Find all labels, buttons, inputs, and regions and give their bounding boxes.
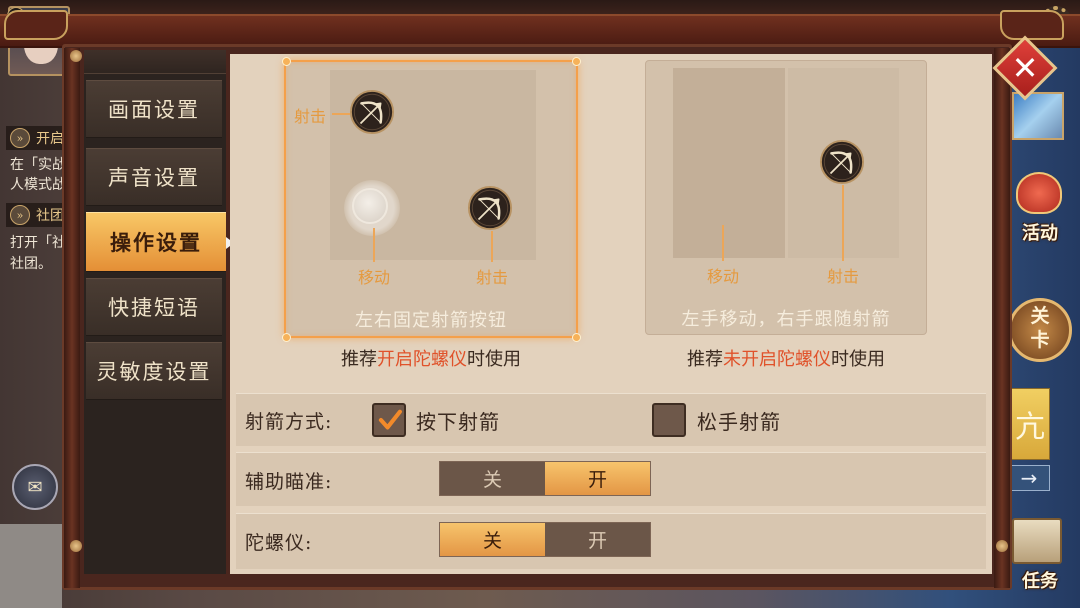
chat-bubble-icon[interactable]: ✉	[12, 464, 58, 510]
stage-label: 关 卡	[1008, 304, 1072, 352]
activity-lantern-icon[interactable]	[1016, 172, 1062, 214]
notice-line: 人模式战	[10, 177, 66, 193]
bow-icon	[467, 185, 513, 231]
close-icon[interactable]: ✕	[1002, 45, 1048, 91]
arrow-right-icon[interactable]: →	[1008, 465, 1050, 491]
joystick-knob	[352, 188, 388, 224]
scene-roof-beam	[0, 0, 1080, 14]
shoot-mode-label: 射箭方式:	[245, 411, 333, 433]
layout-caption: 左手移动，右手跟随射箭	[681, 309, 891, 330]
frame-pillar-right	[994, 48, 1010, 588]
double-arrow-icon: »	[10, 128, 30, 148]
press-to-shoot-checkbox[interactable]	[372, 403, 406, 437]
recommend-highlight: 未开启陀螺仪	[723, 349, 831, 370]
frame-knob	[70, 540, 82, 552]
top-bar-ornament-left	[4, 10, 68, 40]
label-connector	[842, 185, 844, 261]
layout-option-fixed-buttons[interactable]: 射击 移动 射击 左右固定射箭按钮	[284, 60, 578, 338]
notice-line: 在「实战	[10, 157, 66, 173]
aim-assist-toggle: 关 开	[439, 461, 651, 496]
tab-sensitivity-settings[interactable]: 灵敏度设置	[86, 342, 222, 400]
layout-option-follow-shoot[interactable]: 移动 射击 左手移动，右手跟随射箭	[645, 60, 927, 335]
joystick-icon	[344, 180, 400, 236]
window-top-bar	[0, 14, 1080, 48]
move-label: 移动	[706, 267, 739, 286]
frame-knob	[996, 540, 1008, 552]
task-scroll-icon[interactable]	[1012, 518, 1062, 564]
press-to-shoot-label[interactable]: 按下射箭	[416, 406, 500, 435]
notice-line: 打开「社	[10, 235, 66, 251]
bow-icon	[819, 139, 865, 185]
aim-assist-off-option[interactable]: 关	[440, 462, 545, 495]
background-card	[0, 524, 62, 608]
notice-line: 社团。	[10, 256, 52, 272]
tab-control-settings[interactable]: 操作设置	[86, 212, 234, 272]
map-thumbnail[interactable]	[1012, 92, 1064, 140]
selection-corner	[572, 57, 581, 66]
release-to-shoot-checkbox[interactable]	[652, 403, 686, 437]
tab-graphics-settings[interactable]: 画面设置	[86, 80, 222, 138]
recommend-suffix: 时使用	[467, 349, 521, 370]
frame-knob	[70, 50, 82, 62]
label-connector	[332, 113, 350, 115]
aim-assist-on-option[interactable]: 开	[545, 462, 650, 495]
recommend-suffix: 时使用	[831, 349, 885, 370]
activity-label[interactable]: 活动	[1010, 219, 1070, 245]
left-move-zone	[673, 68, 785, 258]
release-to-shoot-label[interactable]: 松手射箭	[697, 406, 781, 435]
label-connector	[722, 225, 724, 261]
notice-title-text: 开启	[36, 131, 64, 147]
notice-title-text: 社团	[36, 208, 64, 224]
recommend-prefix: 推荐	[687, 349, 723, 370]
selection-corner	[282, 333, 291, 342]
checkmark-icon	[378, 409, 402, 430]
task-label[interactable]: 任务	[1010, 567, 1070, 593]
stage-label-top: 关	[1030, 305, 1050, 327]
selection-corner	[282, 57, 291, 66]
layout-recommendation: 推荐开启陀螺仪时使用	[284, 345, 578, 371]
sidebar-header	[84, 50, 226, 74]
layout-caption: 左右固定射箭按钮	[355, 310, 507, 331]
layout-recommendation: 推荐未开启陀螺仪时使用	[645, 345, 927, 371]
bow-icon	[349, 89, 395, 135]
selection-corner	[572, 333, 581, 342]
shoot-label: 射击	[475, 268, 508, 287]
tab-sound-settings[interactable]: 声音设置	[86, 148, 222, 206]
aim-assist-label: 辅助瞄准:	[245, 471, 333, 493]
label-connector	[373, 228, 375, 262]
stage-label-bottom: 卡	[1030, 329, 1050, 351]
shoot-mode-row	[236, 393, 986, 446]
shoot-label: 射击	[293, 107, 326, 126]
double-arrow-icon: »	[10, 205, 30, 225]
label-connector	[491, 231, 493, 262]
shoot-label: 射击	[826, 267, 859, 286]
gyroscope-toggle: 关 开	[439, 522, 651, 557]
tab-quick-phrases[interactable]: 快捷短语	[86, 278, 222, 336]
gyroscope-on-option[interactable]: 开	[545, 523, 650, 556]
move-label: 移动	[357, 268, 390, 287]
event-banner[interactable]: 亢	[1010, 388, 1050, 460]
gyroscope-off-option[interactable]: 关	[440, 523, 545, 556]
frame-pillar-left	[64, 48, 80, 588]
gyroscope-label: 陀螺仪:	[245, 532, 313, 554]
recommend-highlight: 开启陀螺仪	[377, 349, 467, 370]
recommend-prefix: 推荐	[341, 349, 377, 370]
top-bar-ornament-right	[1000, 10, 1064, 40]
